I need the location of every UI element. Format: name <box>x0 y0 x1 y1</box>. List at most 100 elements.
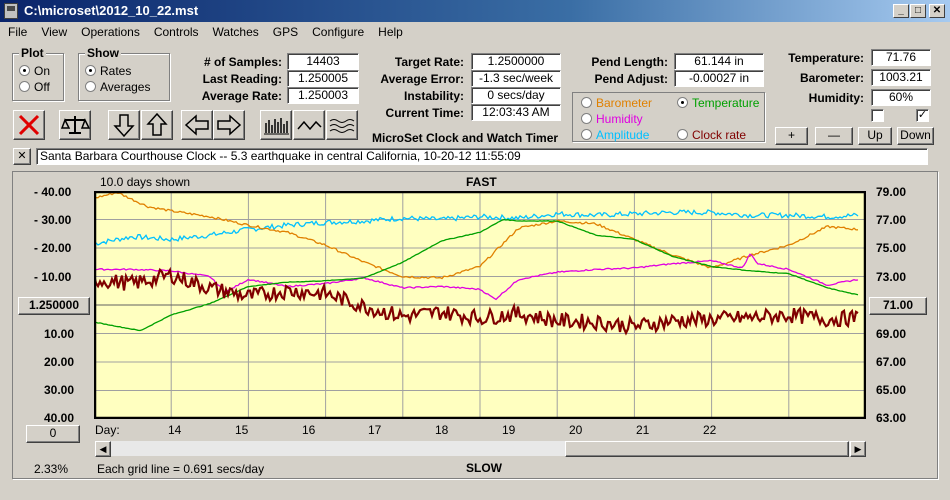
up-button[interactable]: Up <box>858 127 892 145</box>
plot-on-radio[interactable]: On <box>19 64 50 78</box>
current-time-value: 12:03:43 AM <box>471 104 561 121</box>
scroll-right-icon[interactable]: ▶ <box>850 441 866 457</box>
balance-button[interactable] <box>59 110 91 140</box>
pend-adjust-value: -0.00027 in <box>674 70 764 87</box>
barometer-radio[interactable]: Barometer <box>581 96 652 110</box>
fast-label: FAST <box>466 175 497 189</box>
menu-watches[interactable]: Watches <box>205 22 265 39</box>
arrow-right-icon <box>217 114 242 136</box>
day-tick: 19 <box>502 423 516 437</box>
plot-off-radio[interactable]: Off <box>19 80 50 94</box>
clock-rate-radio[interactable]: Clock rate <box>677 128 746 142</box>
app-icon <box>4 3 18 19</box>
days-shown-label: 10.0 days shown <box>100 175 191 189</box>
amplitude-radio[interactable]: Amplitude <box>581 128 649 142</box>
stop-button[interactable] <box>13 110 45 140</box>
right-center-button[interactable]: 71.00 <box>869 297 927 315</box>
day-tick: 14 <box>168 423 182 437</box>
day-tick: 20 <box>569 423 583 437</box>
day-tick: 17 <box>368 423 382 437</box>
day-tick: 18 <box>435 423 449 437</box>
horizontal-scrollbar[interactable]: ◀ ▶ <box>94 440 866 457</box>
down-button[interactable]: Down <box>897 127 934 145</box>
menu-bar: File View Operations Controls Watches GPS Conf… <box>0 22 950 42</box>
plot-group: Plot On Off <box>12 46 64 101</box>
barometer-label: Barometer: <box>799 71 864 85</box>
checkbox-2[interactable]: ✓ <box>916 109 929 122</box>
right-tick: 65.00 <box>876 383 907 397</box>
bar-lines-icon <box>264 118 289 135</box>
pend-adjust-label: Pend Adjust: <box>594 72 668 86</box>
scroll-left-icon[interactable]: ◀ <box>95 441 111 457</box>
close-window-button[interactable]: ✕ <box>929 4 945 18</box>
maximize-button[interactable]: □ <box>910 4 926 18</box>
line-view-button[interactable] <box>293 110 325 140</box>
menu-view[interactable]: View <box>33 22 73 39</box>
barometer-value: 1003.21 <box>871 69 931 86</box>
temperature-radio[interactable]: Temperature <box>677 96 759 110</box>
arrow-right-button[interactable] <box>213 110 245 140</box>
offset-button[interactable]: 0 <box>26 425 80 443</box>
arrow-down-button[interactable] <box>108 110 140 140</box>
left-tick: - 10.00 <box>34 270 72 284</box>
plus-button[interactable]: + <box>775 127 808 145</box>
left-tick: 40.00 <box>44 411 75 425</box>
right-tick: 75.00 <box>876 241 907 255</box>
left-center-button[interactable]: 1.250000 <box>18 297 90 315</box>
close-note-button[interactable]: ✕ <box>13 148 31 165</box>
right-tick: 73.00 <box>876 270 907 284</box>
minimize-button[interactable]: _ <box>893 4 909 18</box>
red-x-icon <box>18 114 40 136</box>
menu-file[interactable]: File <box>0 22 33 39</box>
menu-operations[interactable]: Operations <box>73 22 146 39</box>
arrow-up-button[interactable] <box>141 110 173 140</box>
humidity-label: Humidity: <box>808 91 864 105</box>
plot-group-title: Plot <box>19 46 46 60</box>
series-selector: Barometer Temperature Humidity Amplitude… <box>572 92 765 142</box>
left-tick: 30.00 <box>44 383 75 397</box>
target-rate-label: Target Rate: <box>394 55 464 69</box>
target-rate-value[interactable]: 1.2500000 <box>471 53 561 70</box>
menu-controls[interactable]: Controls <box>146 22 205 39</box>
wave-view-button[interactable] <box>326 110 358 140</box>
radio-empty-icon <box>677 129 688 140</box>
note-text[interactable]: Santa Barbara Courthouse Clock -- 5.3 ea… <box>36 148 928 165</box>
minus-button[interactable]: — <box>815 127 853 145</box>
day-tick: 16 <box>302 423 316 437</box>
humidity-value: 60% <box>871 89 931 106</box>
average-rate-label: Average Rate: <box>201 89 282 103</box>
average-error-label: Average Error: <box>380 72 464 86</box>
rate-chart <box>94 191 866 419</box>
show-rates-radio[interactable]: Rates <box>85 64 131 78</box>
average-error-value: -1.3 sec/week <box>471 70 561 87</box>
bars-view-button[interactable] <box>260 110 292 140</box>
radio-empty-icon <box>85 81 96 92</box>
checkbox-1[interactable] <box>871 109 884 122</box>
pend-length-value[interactable]: 61.144 in <box>674 53 764 70</box>
radio-selected-icon <box>19 65 30 76</box>
radio-selected-icon <box>677 97 688 108</box>
window-title: C:\microset\2012_10_22.mst <box>24 3 199 18</box>
scroll-thumb[interactable] <box>565 441 849 457</box>
humidity-radio[interactable]: Humidity <box>581 112 643 126</box>
show-averages-radio[interactable]: Averages <box>85 80 150 94</box>
left-tick: 20.00 <box>44 355 75 369</box>
day-tick: 15 <box>235 423 249 437</box>
menu-configure[interactable]: Configure <box>304 22 370 39</box>
average-rate-value: 1.250003 <box>287 87 359 104</box>
menu-help[interactable]: Help <box>370 22 409 39</box>
radio-empty-icon <box>581 129 592 140</box>
grid-info: Each grid line = 0.691 secs/day <box>97 462 265 476</box>
arrow-left-button[interactable] <box>181 110 213 140</box>
radio-selected-icon <box>85 65 96 76</box>
arrow-down-icon <box>113 114 135 138</box>
balance-scale-icon <box>60 116 90 134</box>
left-tick: - 30.00 <box>34 213 72 227</box>
menu-gps[interactable]: GPS <box>265 22 304 39</box>
arrow-left-icon <box>184 114 209 136</box>
instability-label: Instability: <box>403 89 464 103</box>
last-reading-value: 1.250005 <box>287 70 359 87</box>
current-time-label: Current Time: <box>385 106 464 120</box>
wave-lines-icon <box>329 119 355 133</box>
radio-empty-icon <box>19 81 30 92</box>
